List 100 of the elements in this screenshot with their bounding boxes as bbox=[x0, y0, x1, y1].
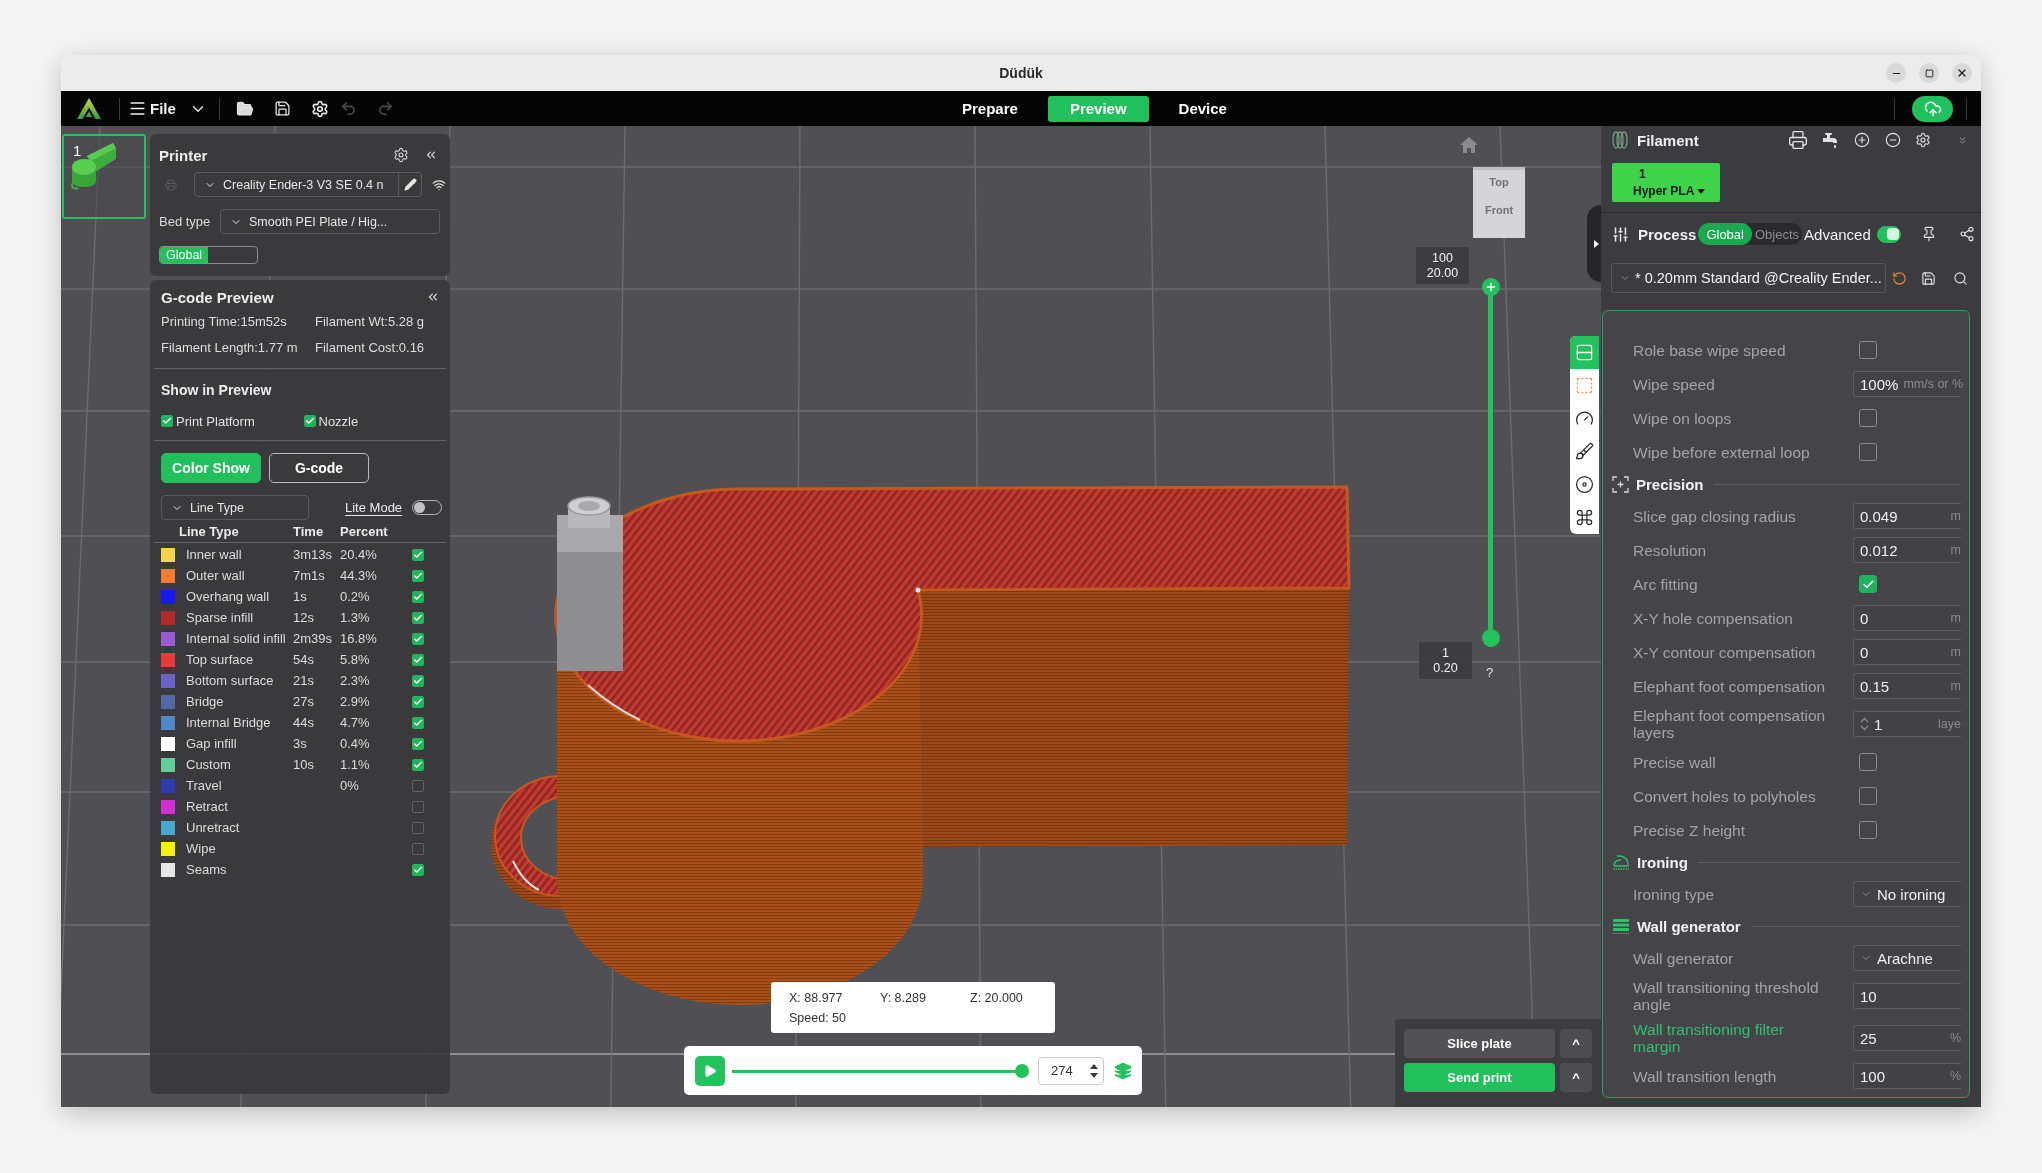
visibility-checkbox[interactable] bbox=[412, 695, 424, 708]
printer-icon[interactable] bbox=[1787, 130, 1808, 150]
percent-cell-text: 5.8% bbox=[340, 652, 371, 667]
command-icon bbox=[1575, 508, 1594, 527]
visibility-checkbox[interactable] bbox=[412, 821, 424, 834]
action-button[interactable]: Slice plate bbox=[1404, 1029, 1555, 1058]
mode-tab[interactable]: Device bbox=[1156, 95, 1249, 122]
spin-field[interactable]: 1 laye bbox=[1853, 711, 1961, 737]
value-field[interactable]: 0.15 m bbox=[1853, 673, 1961, 699]
value-field[interactable]: 10 bbox=[1853, 983, 1961, 1009]
settings-dropdown[interactable]: No ironing bbox=[1853, 881, 1961, 907]
spin-arrows-icon[interactable] bbox=[1089, 1062, 1099, 1079]
stat-text: Filament Cost:0.16 bbox=[315, 339, 426, 357]
lower-slider-thumb[interactable] bbox=[1482, 629, 1500, 647]
maximize-button[interactable] bbox=[1919, 63, 1939, 83]
value-field[interactable]: 25 % bbox=[1853, 1025, 1961, 1051]
section-title: Precision bbox=[1636, 475, 1704, 493]
percent-cell-text: 0.2% bbox=[340, 589, 371, 604]
value-field[interactable]: 0.049 m bbox=[1853, 503, 1961, 529]
dashed-square-icon bbox=[1575, 376, 1594, 395]
value-field[interactable]: 0.012 m bbox=[1853, 537, 1961, 563]
value-field[interactable]: 0 m bbox=[1853, 605, 1961, 631]
wifi-icon[interactable] bbox=[432, 177, 446, 192]
plate-thumbnail[interactable]: 1 bbox=[62, 134, 146, 219]
visibility-checkbox[interactable] bbox=[412, 569, 424, 582]
setting-checkbox[interactable] bbox=[1859, 341, 1877, 359]
plus-circle-icon[interactable] bbox=[1853, 132, 1870, 148]
settings-dropdown[interactable]: Arachne bbox=[1853, 945, 1961, 971]
brush-icon bbox=[1575, 442, 1594, 461]
mode-tab[interactable]: Prepare bbox=[940, 95, 1040, 122]
close-button[interactable] bbox=[1952, 63, 1972, 83]
save-icon[interactable] bbox=[1921, 270, 1936, 286]
check-icon bbox=[304, 416, 315, 426]
setting-checkbox[interactable] bbox=[1859, 443, 1877, 461]
settings-icon[interactable] bbox=[1914, 132, 1931, 148]
advanced-toggle[interactable] bbox=[1876, 225, 1901, 243]
cloud-upload-button[interactable] bbox=[1912, 95, 1953, 122]
visibility-checkbox[interactable] bbox=[412, 716, 424, 729]
panel-collapse-handle[interactable] bbox=[1587, 205, 1601, 282]
show-option-checkbox[interactable] bbox=[303, 415, 316, 427]
expand-button[interactable]: ^ bbox=[1560, 1029, 1592, 1058]
setting-checkbox[interactable] bbox=[1859, 575, 1877, 593]
y-coordinate: Y: 8.289 bbox=[880, 990, 927, 1005]
printer-dropdown[interactable]: Creality Ender-3 V3 SE 0.4 n bbox=[194, 172, 399, 197]
visibility-checkbox[interactable] bbox=[412, 737, 424, 750]
setting-checkbox[interactable] bbox=[1859, 753, 1877, 771]
upper-slider-thumb[interactable] bbox=[1482, 278, 1500, 296]
unit-text: m bbox=[1950, 611, 1961, 625]
show-option-checkbox[interactable] bbox=[161, 415, 173, 427]
visibility-checkbox[interactable] bbox=[412, 653, 424, 666]
expand-button[interactable]: ^ bbox=[1560, 1063, 1592, 1092]
percent-cell-text: 2.9% bbox=[340, 694, 371, 709]
value-field[interactable]: 100 % bbox=[1853, 1063, 1961, 1089]
collapse-icon[interactable] bbox=[426, 290, 440, 304]
view-mode-button[interactable]: G-code bbox=[269, 453, 369, 483]
visibility-checkbox[interactable] bbox=[412, 779, 424, 792]
setting-checkbox[interactable] bbox=[1859, 409, 1877, 427]
collapse-icon[interactable] bbox=[424, 148, 438, 162]
check-icon bbox=[413, 696, 423, 707]
share-icon[interactable] bbox=[1958, 226, 1975, 242]
section-title: Filament bbox=[1637, 131, 1699, 149]
filament-slot-dropdown[interactable]: 1 Hyper PLA bbox=[1612, 163, 1720, 202]
settings-icon[interactable] bbox=[393, 147, 409, 163]
view-type-dropdown[interactable]: Line Type bbox=[161, 495, 309, 520]
minus-circle-icon[interactable] bbox=[1884, 132, 1901, 148]
visibility-checkbox[interactable] bbox=[412, 548, 424, 561]
value-field[interactable]: 100% mm/s or % bbox=[1853, 371, 1961, 397]
setting-checkbox[interactable] bbox=[1859, 787, 1877, 805]
folder-icon[interactable] bbox=[235, 99, 254, 118]
setting-checkbox[interactable] bbox=[1859, 821, 1877, 839]
visibility-checkbox[interactable] bbox=[412, 842, 424, 855]
visibility-checkbox[interactable] bbox=[412, 758, 424, 771]
scope-tab[interactable]: Objects bbox=[1751, 223, 1803, 245]
visibility-checkbox[interactable] bbox=[412, 800, 424, 813]
visibility-checkbox[interactable] bbox=[412, 863, 424, 876]
check-icon bbox=[413, 717, 423, 728]
line-type-name: Travel bbox=[186, 778, 223, 793]
layer-spinbox[interactable]: 274 bbox=[1038, 1056, 1104, 1085]
edit-button[interactable] bbox=[399, 172, 422, 197]
help-button[interactable]: ? bbox=[1486, 665, 1494, 680]
visibility-checkbox[interactable] bbox=[412, 632, 424, 645]
visibility-checkbox[interactable] bbox=[412, 590, 424, 603]
rows-icon bbox=[1575, 343, 1594, 362]
bed-type-dropdown[interactable]: Smooth PEI Plate / Hig... bbox=[220, 209, 440, 234]
faucet-icon[interactable] bbox=[1821, 132, 1839, 148]
reset-arrow-icon[interactable] bbox=[1892, 270, 1907, 286]
search-icon[interactable] bbox=[1953, 270, 1968, 286]
save-icon[interactable] bbox=[273, 100, 291, 117]
caret-icon bbox=[1697, 188, 1706, 194]
visibility-checkbox[interactable] bbox=[412, 674, 424, 687]
playback-slider-thumb[interactable] bbox=[1015, 1063, 1029, 1078]
time-cell-text: 21s bbox=[293, 673, 315, 688]
process-preset-dropdown[interactable]: * 0.20mm Standard @Creality Ender... bbox=[1611, 263, 1886, 293]
setting-label: Wipe before external loop bbox=[1633, 443, 1811, 461]
file-menu-button[interactable]: File bbox=[128, 99, 176, 118]
lite-mode-link[interactable]: Lite Mode bbox=[345, 500, 403, 515]
settings-icon[interactable] bbox=[310, 99, 329, 118]
visibility-checkbox[interactable] bbox=[412, 611, 424, 624]
value-field[interactable]: 0 m bbox=[1853, 639, 1961, 665]
menu-icon bbox=[128, 99, 147, 118]
